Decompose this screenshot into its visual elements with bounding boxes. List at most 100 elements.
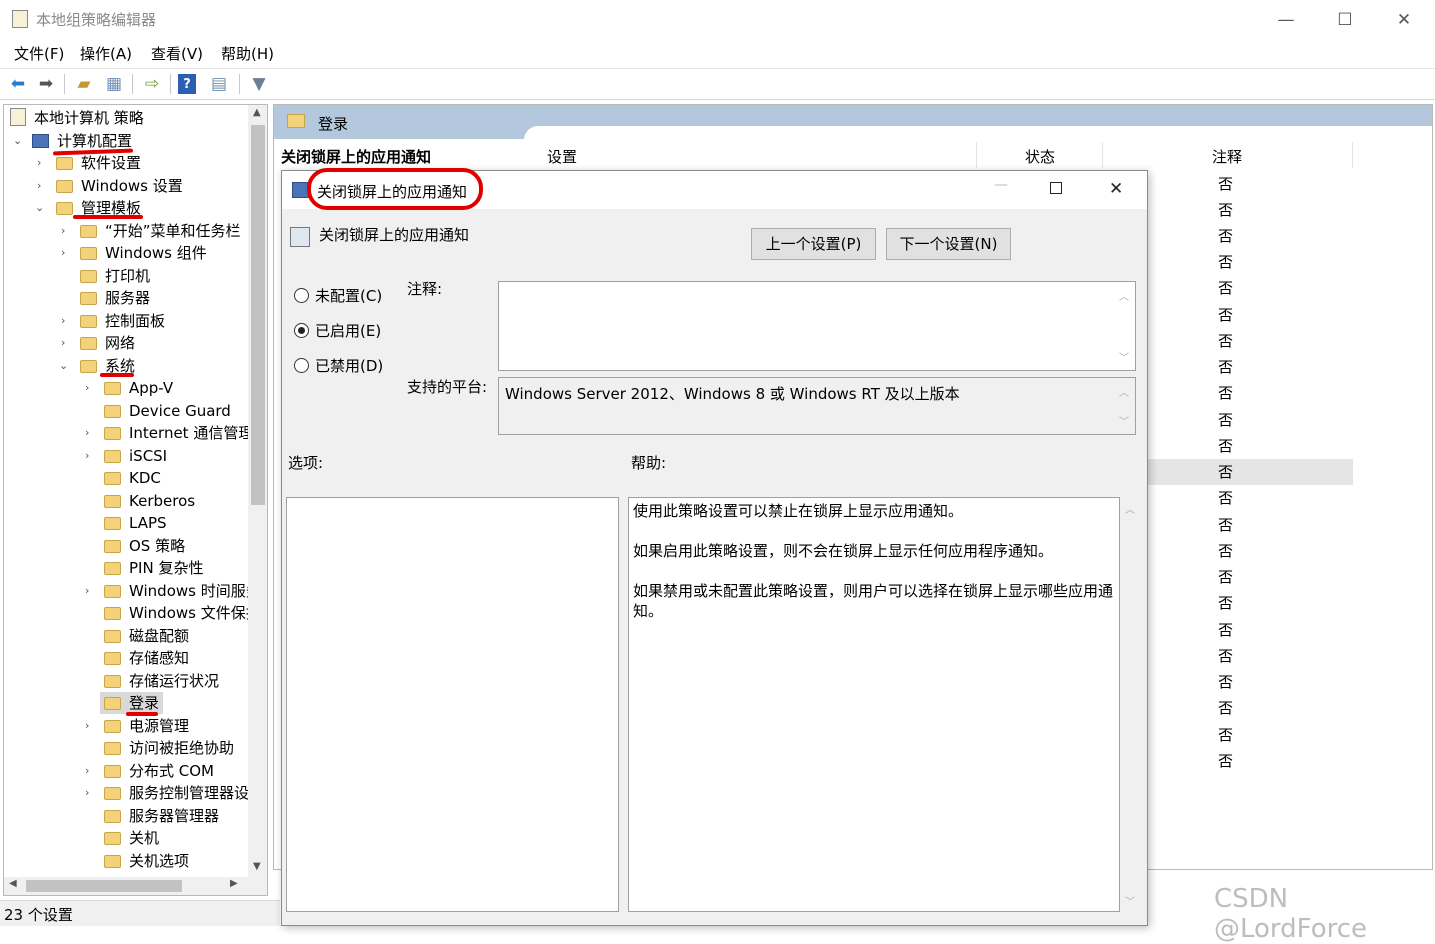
chevron-right-icon[interactable]: › — [85, 381, 89, 394]
tree-item[interactable]: Windows 设置 — [56, 175, 183, 197]
folder-icon — [80, 315, 97, 328]
tree-item[interactable]: 服务器 — [80, 287, 150, 309]
back-icon[interactable]: ⬅ — [6, 72, 30, 96]
tree-item[interactable]: LAPS — [104, 512, 167, 534]
chevron-right-icon[interactable]: › — [37, 156, 41, 169]
properties-icon[interactable]: ▤ — [207, 72, 231, 96]
menu-view[interactable]: 查看(V) — [151, 43, 203, 64]
scroll-down-icon[interactable]: ﹀ — [1119, 413, 1129, 428]
chevron-right-icon[interactable]: › — [85, 449, 89, 462]
tree-item[interactable]: 存储感知 — [104, 647, 189, 669]
tree-item[interactable]: Kerberos — [104, 490, 195, 512]
tree-item[interactable]: PIN 复杂性 — [104, 557, 203, 579]
tree-item-logon-selected[interactable]: 登录 — [100, 692, 164, 714]
chevron-right-icon[interactable]: › — [61, 224, 65, 237]
tree-item[interactable]: Internet 通信管理 — [104, 422, 253, 444]
tree-pane[interactable]: 本地计算机 策略 ⌄ 计算机配置 › 软件设置 › Windows 设置 ⌄ 管… — [3, 104, 268, 896]
tree-label: 服务控制管理器设置 — [129, 784, 265, 802]
tree-item[interactable]: Device Guard — [104, 400, 231, 422]
tree-label: 关机 — [129, 829, 160, 847]
export-list-icon[interactable]: ⇨ — [140, 72, 164, 96]
next-setting-button[interactable]: 下一个设置(N) — [886, 228, 1011, 260]
scroll-down-icon[interactable]: ﹀ — [1119, 349, 1129, 364]
column-header-note[interactable]: 注释 — [1212, 146, 1242, 167]
radio-disabled[interactable]: 已禁用(D) — [294, 355, 383, 376]
platform-value: Windows Server 2012、Windows 8 或 Windows … — [505, 385, 960, 403]
chevron-right-icon[interactable]: › — [85, 426, 89, 439]
chevron-right-icon[interactable]: › — [85, 719, 89, 732]
dialog-close-button[interactable]: ✕ — [1109, 179, 1123, 199]
scroll-thumb[interactable] — [26, 880, 182, 892]
tree-item[interactable]: KDC — [104, 467, 161, 489]
tree-item[interactable]: 分布式 COM — [104, 760, 214, 782]
menu-help[interactable]: 帮助(H) — [221, 43, 274, 64]
scroll-down-icon[interactable]: ﹀ — [1125, 893, 1135, 908]
tree-item[interactable]: 控制面板 — [80, 310, 165, 332]
tree-item[interactable]: 访问被拒绝协助 — [104, 737, 234, 759]
forward-icon[interactable]: ➡ — [34, 72, 58, 96]
tree-vertical-scrollbar[interactable]: ▲ ▼ — [248, 105, 267, 877]
tree-item[interactable]: 软件设置 — [56, 152, 141, 174]
scroll-up-icon[interactable]: ▲ — [253, 107, 261, 118]
folder-icon — [80, 360, 97, 373]
scroll-up-icon[interactable]: ︿ — [1119, 288, 1129, 303]
chevron-right-icon[interactable]: › — [85, 786, 89, 799]
annotation-underline — [73, 215, 143, 219]
tree-item[interactable]: App-V — [104, 377, 173, 399]
radio-label: 已启用(E) — [315, 322, 382, 340]
minimize-button[interactable]: — — [1266, 6, 1306, 34]
radio-not-configured[interactable]: 未配置(C) — [294, 285, 382, 306]
column-header-state[interactable]: 状态 — [1025, 146, 1055, 167]
tree-item[interactable]: 磁盘配额 — [104, 625, 189, 647]
scroll-up-icon[interactable]: ︿ — [1119, 384, 1129, 399]
dialog-subtitle: 关闭锁屏上的应用通知 — [319, 226, 470, 244]
tree-item[interactable]: 电源管理 — [104, 715, 189, 737]
radio-enabled[interactable]: 已启用(E) — [294, 320, 381, 341]
tree-item[interactable]: 打印机 — [80, 265, 150, 287]
column-header-setting[interactable]: 设置 — [547, 146, 577, 167]
tree-item[interactable]: 网络 — [80, 332, 135, 354]
platform-box: Windows Server 2012、Windows 8 或 Windows … — [498, 377, 1136, 435]
close-button[interactable]: ✕ — [1384, 6, 1424, 34]
comment-textarea[interactable]: ︿ ﹀ — [498, 281, 1136, 371]
tree-item[interactable]: Windows 组件 — [80, 242, 207, 264]
chevron-right-icon[interactable]: › — [85, 764, 89, 777]
chevron-down-icon[interactable]: ⌄ — [13, 134, 22, 147]
filter-icon[interactable]: ▼ — [247, 72, 271, 96]
scroll-up-icon[interactable]: ︿ — [1125, 501, 1135, 516]
tree-label: “开始”菜单和任务栏 — [105, 222, 241, 240]
chevron-down-icon[interactable]: ⌄ — [59, 359, 68, 372]
chevron-right-icon[interactable]: › — [85, 584, 89, 597]
tree-item[interactable]: 服务器管理器 — [104, 805, 219, 827]
tree-item[interactable]: 服务控制管理器设置 — [104, 782, 264, 804]
up-folder-icon[interactable]: ▰ — [72, 72, 96, 96]
tree-item[interactable]: 存储运行状况 — [104, 670, 219, 692]
tree-item[interactable]: Windows 时间服务 — [104, 580, 261, 602]
tree-root[interactable]: 本地计算机 策略 — [10, 107, 144, 129]
scroll-left-icon[interactable]: ◀ — [9, 878, 17, 889]
scroll-down-icon[interactable]: ▼ — [253, 861, 261, 872]
menu-file[interactable]: 文件(F) — [14, 43, 64, 64]
chevron-right-icon[interactable]: › — [61, 246, 65, 259]
tree-item[interactable]: 关机 — [104, 827, 159, 849]
tree-item[interactable]: Windows 文件保护 — [104, 602, 261, 624]
chevron-right-icon[interactable]: › — [61, 336, 65, 349]
tree-horizontal-scrollbar[interactable]: ◀ ▶ — [4, 877, 267, 895]
tree-item[interactable]: 关机选项 — [104, 850, 189, 872]
chevron-right-icon[interactable]: › — [61, 314, 65, 327]
scroll-right-icon[interactable]: ▶ — [230, 878, 238, 889]
tree-item[interactable]: OS 策略 — [104, 535, 185, 557]
tree-item[interactable]: iSCSI — [104, 445, 167, 467]
tree-item[interactable]: “开始”菜单和任务栏 — [80, 220, 241, 242]
maximize-button[interactable]: ☐ — [1325, 6, 1365, 34]
menu-action[interactable]: 操作(A) — [80, 43, 132, 64]
chevron-right-icon[interactable]: › — [37, 179, 41, 192]
show-hide-tree-icon[interactable]: ▦ — [102, 72, 126, 96]
scroll-thumb[interactable] — [251, 125, 265, 505]
help-icon[interactable]: ? — [178, 74, 196, 94]
chevron-down-icon[interactable]: ⌄ — [35, 201, 44, 214]
dialog-maximize-button[interactable] — [1050, 182, 1062, 194]
prev-setting-button[interactable]: 上一个设置(P) — [751, 228, 876, 260]
note-cell: 否 — [1218, 463, 1234, 481]
dialog-minimize-button[interactable]: — — [994, 177, 1008, 193]
